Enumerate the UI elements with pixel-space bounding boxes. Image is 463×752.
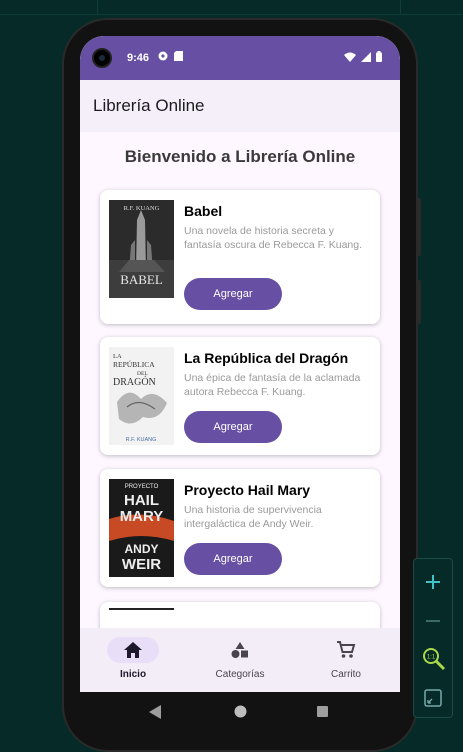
add-to-cart-button[interactable]: Agregar [184,278,282,310]
book-description: Una novela de historia secreta y fantasí… [184,225,363,251]
book-card-partial [100,602,380,628]
cover-title-hail: HAIL [124,492,159,509]
back-icon[interactable] [149,705,161,719]
svg-text:1:1: 1:1 [427,655,436,661]
nav-item-carrito[interactable]: Carrito [293,628,399,692]
zoom-fit-icon[interactable]: 1:1 [422,647,446,671]
front-camera [92,48,112,68]
cover-title-la: LA [113,353,122,360]
sd-card-icon [174,51,183,61]
cover-author-last: WEIR [122,556,161,573]
emulator-zoom-panel: 1:1 [413,558,453,718]
book-card: R.F. KUANG BABEL Babel Una novela de his… [100,190,380,324]
signal-icon [361,51,371,62]
system-navigation-bar [80,692,400,732]
cover-title-republica: REPÚBLICA [113,359,155,369]
home-circle-icon[interactable] [234,705,247,718]
system-icons [344,51,382,62]
book-title: Babel [184,203,223,219]
bottom-navigation: Inicio Categorías Carrito [80,628,400,692]
grid-line [400,0,401,14]
app-title: Librería Online [93,96,205,115]
book-description: Una historia de supervivencia intergalác… [184,504,322,530]
nav-item-categorias[interactable]: Categorías [187,628,293,692]
sync-icon [158,51,168,61]
volume-button[interactable] [416,280,421,324]
book-cover-hail-mary: PROYECTO HAIL MARY ANDY WEIR [109,479,174,577]
add-to-cart-button[interactable]: Agregar [184,543,282,575]
power-button[interactable] [416,198,421,256]
book-card: LA REPÚBLICA DEL DRAGÓN R.F. KUANG La Re… [100,337,380,455]
notification-icons [158,51,183,61]
nav-label: Carrito [330,669,361,680]
nav-item-inicio[interactable]: Inicio [80,628,186,692]
cover-title-mary: MARY [120,508,164,525]
resize-icon[interactable] [424,689,442,707]
status-bar: 9:46 [80,36,400,80]
cover-author: R.F. KUANG [124,205,160,212]
add-to-cart-button[interactable]: Agregar [184,411,282,443]
cover-title: BABEL [120,272,163,287]
category-icon [231,642,248,658]
book-title: Proyecto Hail Mary [184,482,311,498]
nav-label: Inicio [119,669,147,680]
book-card: PROYECTO HAIL MARY ANDY WEIR Proyecto Ha… [100,469,380,587]
cover-author-first: ANDY [124,542,158,556]
grid-line [0,14,463,15]
book-title: La República del Dragón [184,350,349,366]
book-cover-partial [109,608,174,610]
status-time: 9:46 [127,52,150,64]
zoom-out-icon[interactable] [424,612,442,630]
zoom-in-icon[interactable] [424,573,442,591]
cover-author: R.F. KUANG [126,437,157,443]
wifi-icon [344,52,356,62]
cart-icon [337,641,356,658]
book-cover-republica: LA REPÚBLICA DEL DRAGÓN R.F. KUANG [109,347,174,445]
recents-icon[interactable] [317,706,328,717]
welcome-heading: Bienvenido a Librería Online [124,147,356,166]
grid-line [97,0,98,14]
cover-top-text: PROYECTO [125,484,159,490]
book-description: Una épica de fantasía de la aclamada aut… [184,372,361,398]
nav-label: Categorías [215,669,265,680]
book-list-scroll[interactable]: Bienvenido a Librería Online R.F. KUANG … [80,132,400,628]
device-screen: 9:46 Librería Online Bienvenido a Librer… [80,36,400,692]
book-cover-babel: R.F. KUANG BABEL [109,200,174,298]
battery-icon [376,51,382,62]
cover-title-dragon: DRAGÓN [113,376,156,388]
home-icon [124,642,142,658]
top-app-bar: Librería Online [80,80,400,132]
